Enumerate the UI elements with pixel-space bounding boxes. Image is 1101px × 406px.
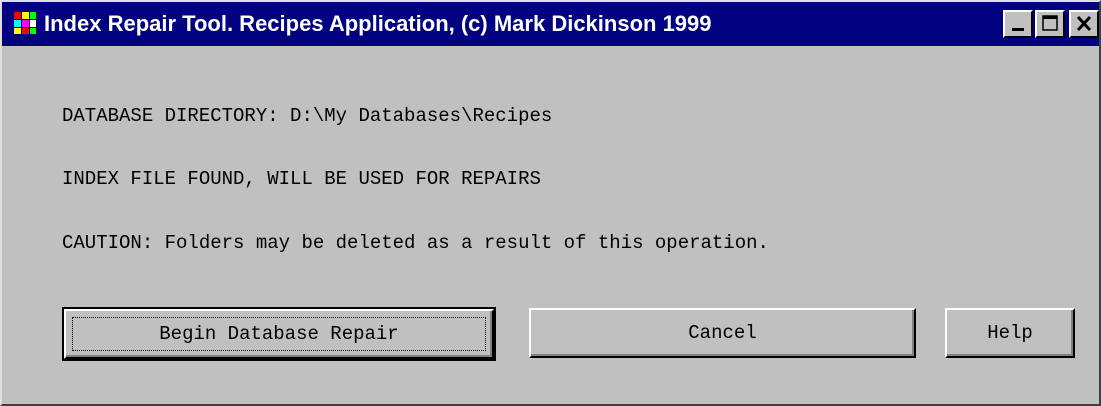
- app-icon[interactable]: [12, 10, 38, 36]
- help-button[interactable]: Help: [945, 308, 1075, 358]
- close-button[interactable]: [1069, 10, 1099, 38]
- window-title: Index Repair Tool. Recipes Application, …: [44, 11, 712, 36]
- begin-repair-label: Begin Database Repair: [159, 323, 399, 345]
- caution-label: CAUTION: Folders may be deleted as a res…: [62, 232, 769, 254]
- minimize-icon: [1012, 28, 1024, 31]
- begin-repair-button[interactable]: Begin Database Repair: [62, 307, 496, 361]
- cancel-button[interactable]: Cancel: [529, 308, 916, 358]
- maximize-icon: [1042, 15, 1058, 31]
- title-bar[interactable]: Index Repair Tool. Recipes Application, …: [2, 2, 1099, 46]
- close-icon: [1076, 15, 1092, 32]
- directory-label: DATABASE DIRECTORY: D:\My Databases\Reci…: [62, 105, 553, 127]
- index-status-label: INDEX FILE FOUND, WILL BE USED FOR REPAI…: [62, 168, 541, 190]
- cancel-label: Cancel: [688, 322, 757, 344]
- help-label: Help: [987, 322, 1033, 344]
- dialog-window: Index Repair Tool. Recipes Application, …: [0, 0, 1101, 406]
- minimize-button[interactable]: [1003, 10, 1033, 38]
- maximize-button[interactable]: [1035, 10, 1065, 38]
